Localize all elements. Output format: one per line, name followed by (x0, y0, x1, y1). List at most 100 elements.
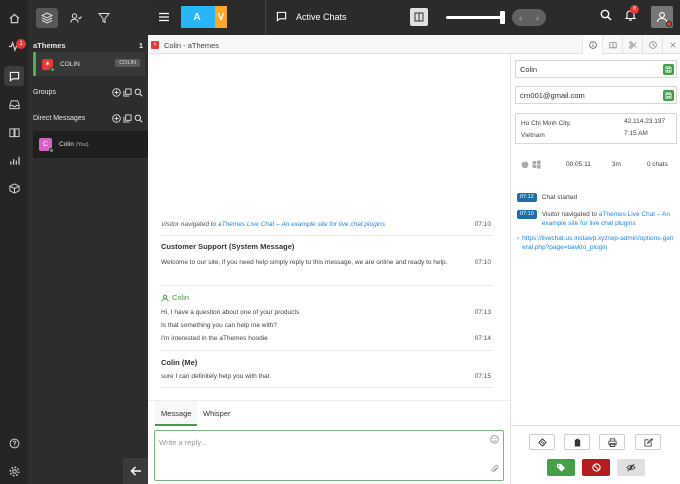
idle-time: 3m (611, 161, 621, 168)
app-logo[interactable]: A V (181, 6, 227, 28)
message-divider (161, 285, 493, 286)
ban-icon (591, 463, 601, 472)
tab-visitor-info[interactable] (582, 35, 602, 54)
logo-right: V (215, 6, 227, 28)
event-time: 07:12 (517, 193, 537, 202)
back-arrow-icon[interactable]: ‹ (519, 13, 522, 23)
apple-icon (521, 160, 529, 169)
tab-history[interactable] (642, 35, 662, 54)
conversation-sidebar: aThemes 1 ✶ COLIN COLIN Groups Direct Me… (28, 0, 169, 484)
add-dm-icon[interactable] (112, 114, 121, 123)
notification-badge: 8 (630, 5, 639, 14)
message-text: Hi, I have a question about one of your … (161, 309, 300, 316)
visitor-location-box: Ho Chi Minh City, Vietnam 42.114.23.197 … (515, 113, 677, 144)
reply-input[interactable] (159, 435, 479, 449)
message-text: Is that something you can help me with? (161, 322, 277, 329)
book-icon (608, 41, 617, 48)
add-ons-icon[interactable] (4, 178, 24, 198)
knowledge-base-icon[interactable] (4, 122, 24, 142)
add-group-icon[interactable] (112, 88, 121, 97)
tab-knowledge-base[interactable] (602, 35, 622, 54)
chat-tab-colin[interactable]: × Colin - aThemes (151, 37, 219, 53)
hamburger-icon (159, 12, 169, 22)
chat-duration: 00:05:11 (566, 161, 591, 168)
inbox-icon[interactable] (4, 94, 24, 114)
layers-icon[interactable] (36, 8, 58, 28)
message-divider (161, 387, 493, 388)
message-time: 07:13 (474, 309, 491, 316)
message-time: 07:14 (474, 335, 491, 342)
save-icon (665, 92, 672, 99)
ban-visitor-button[interactable] (582, 459, 610, 476)
referrer-link[interactable]: https://livechat.us.instawp.xyz/wp-admin… (522, 234, 677, 252)
info-icon (588, 40, 597, 49)
edit-button[interactable] (635, 434, 661, 450)
search-dm-icon[interactable] (134, 114, 143, 123)
chat-actions (510, 425, 680, 484)
active-chat-item[interactable]: ✶ COLIN COLIN (33, 52, 145, 76)
forward-arrow-icon[interactable]: › (536, 13, 539, 23)
save-name-button[interactable] (663, 64, 674, 75)
split-view-icon (414, 12, 424, 22)
message-thread: Visitor navigated to aThemes Live Chat –… (148, 54, 510, 400)
transcript-button[interactable] (564, 434, 590, 450)
settings-icon[interactable] (4, 461, 24, 481)
search-groups-icon[interactable] (134, 88, 143, 97)
reports-icon[interactable] (4, 150, 24, 170)
visitor-city: Ho Chi Minh City, Vietnam (521, 120, 572, 139)
hide-chat-button[interactable] (617, 459, 645, 476)
dm-online-dot (49, 148, 54, 153)
message-sender: Colin (Me) (161, 358, 198, 367)
tab-whisper[interactable]: Whisper (197, 401, 237, 426)
visitor-email-input[interactable] (520, 89, 660, 101)
tag-icon (556, 463, 566, 472)
message-sender: Customer Support (System Message) (161, 242, 295, 251)
attachment-icon[interactable] (490, 464, 499, 476)
copy-group-icon[interactable] (123, 88, 132, 97)
copy-dm-icon[interactable] (123, 114, 132, 123)
chat-tab-title: Colin - aThemes (164, 40, 220, 50)
chevron-right-icon: › (517, 235, 520, 242)
tag-chat-button[interactable] (547, 459, 575, 476)
home-icon[interactable] (4, 8, 24, 28)
workspace-count: 1 (138, 41, 143, 50)
message-line: Is that something you can help me with? (161, 321, 491, 331)
activity-badge: 1 (16, 39, 26, 49)
direct-messages-header: Direct Messages (33, 114, 143, 123)
visitor-name-field (515, 60, 677, 78)
eye-slash-icon (626, 463, 636, 472)
message-line: I'm interested in the aThemes hoodie 07:… (161, 334, 491, 344)
tab-tickets[interactable] (662, 35, 680, 54)
volume-slider-handle[interactable] (500, 11, 505, 24)
message-sender: Colin (172, 293, 190, 302)
collapse-sidebar-button[interactable] (123, 458, 148, 484)
search-icon (600, 9, 612, 21)
topbar-divider (265, 0, 266, 35)
away-status-dot (666, 21, 672, 27)
search-button[interactable] (600, 9, 612, 23)
tab-shortcuts[interactable] (622, 35, 642, 54)
menu-button[interactable] (156, 9, 172, 25)
icon-rail: 1 (0, 0, 28, 484)
volume-slider[interactable] (446, 16, 502, 19)
chat-icon[interactable] (4, 66, 24, 86)
print-icon (607, 437, 617, 447)
filter-icon[interactable] (93, 8, 115, 28)
help-icon[interactable] (4, 433, 24, 453)
section-title: Active Chats (296, 11, 347, 22)
print-button[interactable] (599, 434, 625, 450)
chat-bubble-icon (276, 11, 287, 22)
navigation-link[interactable]: aThemes Live Chat – An example site for … (218, 221, 385, 228)
visitor-info-panel: Ho Chi Minh City, Vietnam 42.114.23.197 … (510, 54, 680, 484)
visitor-name-input[interactable] (520, 63, 660, 75)
save-email-button[interactable] (663, 90, 674, 101)
chat-tab-bar: × Colin - aThemes (148, 35, 680, 54)
emoji-icon[interactable] (490, 435, 499, 446)
ticket-button[interactable] (529, 434, 555, 450)
layout-toggle-button[interactable] (410, 8, 428, 26)
close-chat-icon[interactable]: × (151, 41, 159, 49)
visitor-stats: 00:05:11 3m 0 chats (521, 160, 677, 169)
workspace-name: aThemes (33, 41, 66, 50)
assign-user-icon[interactable] (65, 8, 87, 28)
tab-message[interactable]: Message (155, 401, 198, 426)
